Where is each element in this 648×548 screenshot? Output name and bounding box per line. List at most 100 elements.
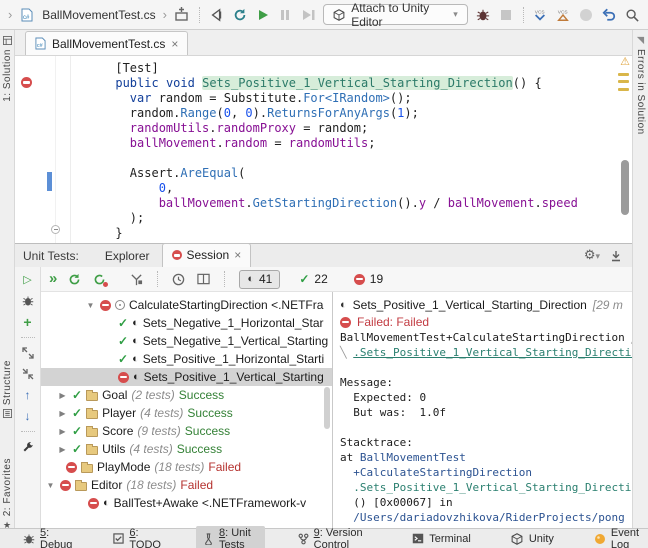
test-tree-row[interactable]: ◐Sets_Positive_1_Vertical_Starting — [41, 368, 332, 386]
expand-all-icon[interactable] — [22, 347, 34, 359]
test-failed-gutter-icon[interactable] — [21, 77, 32, 88]
warning-icon[interactable]: ⚠ — [620, 56, 630, 68]
test-tree-row[interactable]: ✓◐Sets_Negative_1_Vertical_Starting — [41, 332, 332, 350]
vcs-commit-icon[interactable]: VCS — [555, 6, 571, 24]
tree-scrollbar[interactable] — [324, 387, 330, 429]
code-line[interactable]: ballMovement.GetStartingDirection().y / … — [72, 196, 616, 211]
repeat-run-icon[interactable] — [68, 273, 81, 286]
code-line[interactable] — [72, 151, 616, 166]
run-test-icon[interactable]: ▷ — [23, 273, 31, 286]
test-tree-row[interactable]: ▼Editor(18 tests)Failed — [41, 476, 332, 494]
tab-explorer[interactable]: Explorer — [93, 245, 162, 267]
errors-in-solution-label[interactable]: Errors in Solution — [635, 49, 646, 135]
test-tree-row[interactable]: ▶✓Player(4 tests)Success — [41, 404, 332, 422]
code-line[interactable]: Assert.AreEqual( — [72, 166, 616, 181]
inspection-mark[interactable] — [618, 80, 629, 83]
tree-toggle-icon[interactable]: ▶ — [57, 445, 68, 454]
sidebar-item-solution[interactable]: 1: Solution — [2, 36, 13, 102]
filter-all-toggle[interactable]: ◐ 41 — [239, 270, 280, 289]
code-line[interactable]: [Test] — [72, 61, 616, 76]
statusbar-label: Unity — [529, 533, 554, 545]
refresh-icon[interactable] — [232, 6, 248, 24]
test-tree-row[interactable]: ▼ CalculateStartingDirection <.NETFra — [41, 296, 332, 314]
test-name: CalculateStartingDirection <.NETFra — [129, 298, 323, 312]
vcs-update-icon[interactable]: VCS — [533, 6, 549, 24]
detail-line: ╲ .Sets_Positive_1_Vertical_Starting_Dir… — [340, 345, 632, 360]
hide-panel-icon[interactable] — [610, 250, 622, 262]
settings-wrench-icon[interactable] — [22, 441, 34, 453]
test-tree-row[interactable]: ▶✓Score(9 tests)Success — [41, 422, 332, 440]
stop-button[interactable] — [498, 6, 514, 24]
test-link[interactable]: .Sets_Positive_1_Vertical_Starting_Direc… — [353, 346, 632, 359]
code-line[interactable]: randomUtils.randomProxy = random; — [72, 121, 616, 136]
filter-failed-toggle[interactable]: 19 — [347, 270, 390, 289]
rerun-failed-icon[interactable] — [93, 273, 106, 286]
tab-session[interactable]: Session × — [162, 243, 252, 267]
debug-test-icon[interactable] — [22, 295, 34, 307]
test-tree[interactable]: ▼ CalculateStartingDirection <.NETFra ✓◐Se… — [41, 292, 332, 528]
statusbar-item-version-control[interactable]: 9: Version Control — [291, 526, 379, 548]
sidebar-item-structure[interactable]: Structure — [2, 360, 13, 418]
statusbar-item-debug[interactable]: 5: Debug — [16, 526, 80, 548]
run-button[interactable] — [255, 6, 271, 24]
statusbar-item-unity[interactable]: Unity — [504, 531, 561, 546]
debug-button[interactable] — [475, 6, 491, 24]
code-line[interactable]: ballMovement.random = randomUtils; — [72, 136, 616, 151]
breadcrumb-file[interactable]: BallMovementTest.cs — [42, 8, 155, 22]
code-line[interactable]: ); — [72, 211, 616, 226]
filter-passed-toggle[interactable]: ✓ 22 — [292, 270, 334, 289]
code-line[interactable]: } — [72, 226, 616, 241]
close-icon[interactable]: × — [234, 248, 241, 262]
fold-icon[interactable] — [51, 225, 60, 234]
split-view-icon[interactable] — [197, 273, 210, 285]
statusbar-item-unit-tests[interactable]: 8: Unit Tests — [196, 526, 265, 548]
test-tree-row[interactable]: PlayMode(18 tests)Failed — [41, 458, 332, 476]
folder-icon — [86, 446, 98, 455]
tree-toggle-icon[interactable]: ▶ — [57, 391, 68, 400]
previous-failed-icon[interactable]: ↑ — [25, 389, 31, 401]
test-name: Editor — [91, 478, 122, 492]
sidebar-item-favorites[interactable]: 2: Favorites ★ — [2, 458, 13, 531]
inspection-mark[interactable] — [618, 88, 629, 91]
tree-toggle-icon[interactable]: ▼ — [85, 301, 96, 310]
failed-icon — [60, 480, 71, 491]
code-line[interactable]: random.Range(0, 0).ReturnsForAnyArgs(1); — [72, 106, 616, 121]
test-tree-row[interactable]: ▶✓Utils(4 tests)Success — [41, 440, 332, 458]
new-session-icon[interactable] — [130, 273, 143, 286]
pause-button[interactable] — [277, 6, 293, 24]
tab-ballmovementtest[interactable]: c# BallMovementTest.cs × — [25, 31, 188, 55]
shelve-icon[interactable] — [578, 6, 594, 24]
unity-reload-icon[interactable] — [209, 6, 225, 24]
code-line[interactable]: 0, — [72, 181, 616, 196]
tree-toggle-icon[interactable]: ▶ — [57, 427, 68, 436]
test-tree-row[interactable]: ✓◐Sets_Positive_1_Horizontal_Starti — [41, 350, 332, 368]
test-tree-row[interactable]: ✓◐Sets_Negative_1_Horizontal_Star — [41, 314, 332, 332]
track-time-icon[interactable] — [172, 273, 185, 286]
step-button[interactable] — [300, 6, 316, 24]
toolbar-separator — [224, 271, 225, 287]
inspection-mark[interactable] — [618, 73, 629, 76]
tree-toggle-icon[interactable]: ▼ — [45, 481, 56, 490]
attach-to-unity-dropdown[interactable]: Attach to Unity Editor ▾ — [323, 4, 468, 25]
undo-icon[interactable] — [601, 6, 617, 24]
statusbar-item-todo[interactable]: 6: TODO — [106, 526, 170, 548]
test-tree-row[interactable]: ▶✓Goal(2 tests)Success — [41, 386, 332, 404]
close-icon[interactable]: × — [171, 37, 178, 51]
tree-toggle-icon[interactable]: ▶ — [57, 409, 68, 418]
test-tree-row[interactable]: ◐BallTest+Awake <.NETFramework-v — [41, 494, 332, 512]
code-line[interactable]: public void Sets_Positive_1_Vertical_Sta… — [72, 76, 616, 91]
code-line[interactable]: var random = Substitute.For<IRandom>(); — [72, 91, 616, 106]
run-config-icon[interactable] — [174, 6, 190, 24]
attach-to-unity-label: Attach to Unity Editor — [351, 1, 447, 29]
statusbar-item-terminal[interactable]: Terminal — [404, 531, 478, 546]
statusbar-item-event-log[interactable]: Event Log — [587, 526, 648, 548]
search-icon[interactable] — [624, 6, 640, 24]
editor-scrollbar[interactable] — [621, 160, 629, 215]
code-editor[interactable]: [Test] public void Sets_Positive_1_Verti… — [15, 56, 632, 243]
add-session-icon[interactable]: + — [23, 316, 31, 328]
run-all-icon[interactable]: » — [49, 272, 56, 286]
collapse-all-icon[interactable] — [22, 368, 34, 380]
gear-icon[interactable]: ⚙▾ — [584, 248, 600, 263]
next-failed-icon[interactable]: ↓ — [25, 410, 31, 422]
detail-duration: [29 m — [593, 298, 623, 312]
